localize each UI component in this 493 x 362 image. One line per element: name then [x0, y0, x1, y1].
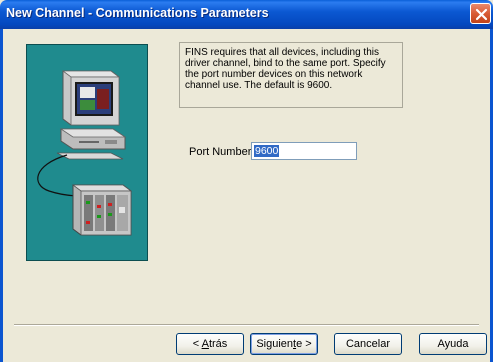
title-bar: New Channel - Communications Parameters: [0, 0, 493, 29]
close-button[interactable]: [470, 3, 491, 24]
port-number-value: 9600: [254, 145, 280, 157]
back-button-mnemonic: A: [201, 338, 209, 350]
button-separator: [14, 324, 479, 326]
wizard-illustration: [26, 44, 148, 261]
port-number-input[interactable]: 9600: [251, 142, 357, 160]
window-title: New Channel - Communications Parameters: [6, 6, 269, 20]
cancel-button[interactable]: Cancelar: [334, 333, 402, 355]
back-button-label: trás: [208, 338, 228, 350]
port-number-label: Port Number: [189, 146, 252, 158]
description-line: driver channel, bind to the same port. S…: [185, 58, 386, 69]
help-button[interactable]: Ayuda: [419, 333, 487, 355]
plc-device-icon: [71, 184, 133, 236]
next-button-suffix: e >: [296, 338, 312, 350]
next-button[interactable]: Siguiente >: [250, 333, 318, 355]
description-box: FINS requires that all devices, includin…: [179, 42, 403, 108]
close-icon: [475, 8, 488, 21]
description-line: channel use. The default is 9600.: [185, 80, 333, 91]
description-line: FINS requires that all devices, includin…: [185, 47, 379, 58]
next-button-label: Siguien: [256, 338, 294, 350]
window-frame-left: [0, 29, 3, 362]
back-button-prefix: <: [192, 338, 202, 350]
description-line: the port number devices on this network: [185, 69, 363, 80]
computer-icon: [56, 70, 127, 160]
back-button[interactable]: < Atrás: [176, 333, 244, 355]
